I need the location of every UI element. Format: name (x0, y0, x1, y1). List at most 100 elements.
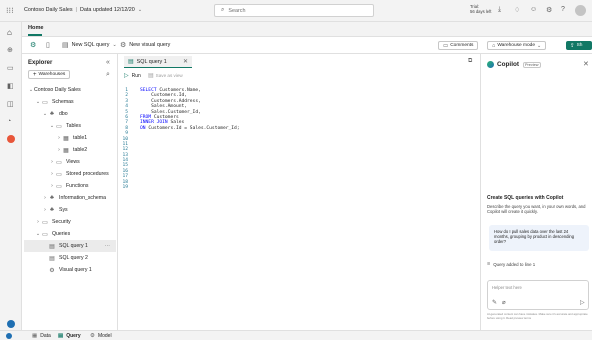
trial-status: Trial: 56 days left (470, 4, 492, 14)
search-box[interactable]: ⌕ Search (214, 4, 374, 17)
prompt-guide-icon[interactable]: ✎ (492, 299, 497, 306)
copilot-heading: Create SQL queries with Copilot (487, 195, 564, 201)
tree-item[interactable]: › ▦ table2 (24, 144, 116, 156)
workspace-item-icon[interactable] (7, 135, 15, 143)
tree-item-label: Stored procedures (66, 171, 109, 177)
tree-item[interactable]: › ♣ Information_schema (24, 192, 116, 204)
download-icon[interactable]: ⤓ (498, 6, 501, 14)
comment-icon: ▭ (443, 42, 449, 49)
fabric-logo-icon[interactable] (7, 320, 15, 328)
tree-item-icon: ⚙ (49, 267, 55, 274)
app-launcher-icon[interactable]: ⁝⁝⁝ (6, 6, 14, 15)
run-button[interactable]: ▷ Run (124, 72, 141, 80)
query-added-status: ≡ Query added to line 1 (487, 261, 536, 267)
new-sql-query-button[interactable]: ▤ New SQL query ⌄ (62, 41, 117, 49)
settings-icon[interactable]: ⚙ (546, 6, 552, 14)
search-input[interactable]: Search (228, 8, 245, 14)
close-icon[interactable]: ✕ (183, 58, 188, 65)
tree-item-label: SQL query 2 (59, 255, 88, 261)
tab-home[interactable]: Home (28, 25, 44, 31)
chevron-down-icon: ⌄ (537, 42, 542, 49)
copilot-input[interactable]: Helper text here (492, 285, 522, 290)
tree-item-label: Functions (66, 183, 89, 189)
tree-item[interactable]: ⌄ ▭ Tables (24, 120, 116, 132)
file-icon[interactable]: ▯ (46, 41, 50, 49)
tree-item[interactable]: › ♣ Sys (24, 204, 116, 216)
sql-text: Sales.Amount, (140, 104, 188, 110)
collapse-pane-icon[interactable]: « (106, 59, 110, 66)
explorer-title: Explorer (28, 60, 53, 66)
tree-item-icon: ▭ (56, 171, 62, 178)
create-icon[interactable]: ⊕ (7, 46, 13, 54)
sql-text: Sales (167, 120, 185, 126)
workspace-title[interactable]: Contoso Daily Sales (24, 7, 73, 13)
fabric-logo-icon (6, 332, 12, 339)
tree-item[interactable]: ⚙ Visual query 1 (24, 264, 116, 276)
chevron-down-icon[interactable]: ⌄ (112, 42, 116, 48)
tree-item[interactable]: ⌄ ▭ Queries (24, 228, 116, 240)
home-icon[interactable]: ⌂ (7, 28, 12, 37)
copilot-pane: Copilot Preview ✕ Create SQL queries wit… (480, 54, 592, 330)
close-icon[interactable]: ✕ (583, 60, 589, 68)
feedback-icon[interactable]: ☺ (530, 6, 537, 13)
query-editor: ▤ SQL query 1 ✕ ⧉ ▷ Run ▤ Save as view 1… (118, 54, 480, 330)
tree-item[interactable]: ▤ SQL query 1 ··· (24, 240, 116, 252)
tree-item[interactable]: › ▦ table1 (24, 132, 116, 144)
tree-item-icon: ▭ (56, 159, 62, 166)
comments-button[interactable]: ▭ Comments (438, 41, 479, 50)
tree-item-label: Visual query 1 (59, 267, 92, 273)
sql-file-icon: ▤ (58, 332, 64, 339)
browse-icon[interactable]: ▭ (7, 64, 14, 72)
notifications-icon[interactable]: ♢ (514, 6, 520, 14)
tab-data[interactable]: ▦ Data (32, 333, 51, 339)
monitor-icon[interactable]: ◔ (7, 118, 11, 125)
tree-item-label: Information_schema (59, 195, 106, 201)
tab-model[interactable]: ⚙ Model (90, 333, 112, 339)
apps-icon[interactable]: ◫ (7, 100, 14, 108)
tree-item-label: Security (52, 219, 71, 225)
code-area[interactable]: 1 SELECT Customers.Name, 2 Customers.Id, 3 … (118, 88, 480, 190)
new-visual-query-button[interactable]: ⚙ New visual query (120, 41, 170, 49)
tree-item-label: dbo (59, 111, 68, 117)
warehouse-mode-dropdown[interactable]: ⌂ Warehouse mode ⌄ (487, 41, 547, 50)
data-updated-label: Data updated 12/12/20 (79, 7, 135, 13)
tree-item[interactable]: ▤ SQL query 2 (24, 252, 116, 264)
tree-item[interactable]: ⌄ ▭ Schemas (24, 96, 116, 108)
tree-item-icon: ▭ (56, 123, 62, 130)
send-icon[interactable]: ▷ (580, 299, 585, 306)
warehouses-button[interactable]: + Warehouses (28, 70, 71, 79)
avatar[interactable] (575, 5, 586, 16)
chevron-down-icon[interactable]: ⌄ (138, 7, 142, 13)
status-bar: ▦ Data ▤ Query ⚙ Model (0, 330, 592, 340)
tree-item-icon: ♣ (50, 207, 54, 213)
search-icon[interactable]: ⌕ (106, 71, 110, 79)
copilot-description: Describe the query you want, in your own… (487, 204, 586, 215)
tree-item-icon: ▤ (49, 255, 55, 262)
preview-badge: Preview (523, 62, 541, 68)
tree-item[interactable]: › ▭ Functions (24, 180, 116, 192)
tree-item-icon: ▦ (63, 135, 69, 142)
tree-item[interactable]: › ▭ Views (24, 156, 116, 168)
tree-item[interactable]: › ▭ Stored procedures (24, 168, 116, 180)
save-as-view-button[interactable]: ▤ Save as view (148, 72, 183, 79)
attach-icon[interactable]: ⌀ (502, 299, 506, 306)
tree-item-icon: ▤ (49, 243, 55, 250)
tab-query[interactable]: ▤ Query (58, 333, 81, 339)
settings-icon[interactable]: ⚙ (30, 41, 36, 49)
tree-item-label: Schemas (52, 99, 74, 105)
tree-item[interactable]: ⌄ ♣ dbo (24, 108, 116, 120)
tab-sql-query-1[interactable]: ▤ SQL query 1 ✕ (124, 56, 192, 68)
share-button[interactable]: ⇪ Sh (566, 41, 592, 50)
explorer-pane: Explorer « + Warehouses ⌕ ⌄ Contoso Daily… (22, 54, 118, 330)
popout-icon[interactable]: ⧉ (468, 58, 472, 65)
copilot-input-box[interactable]: Helper text here ✎ ⌀ ▷ (487, 280, 589, 310)
tree-item[interactable]: › ▭ Security (24, 216, 116, 228)
onelake-icon[interactable]: ◧ (7, 82, 14, 90)
home-tab-strip: Home (22, 22, 592, 36)
tree-item-icon: ▦ (63, 147, 69, 154)
help-icon[interactable]: ? (561, 6, 565, 13)
more-options-icon[interactable]: ··· (105, 243, 110, 249)
tree-item[interactable]: ⌄ Contoso Daily Sales (24, 84, 116, 96)
copilot-logo-icon (487, 61, 494, 68)
tree-item-icon: ▭ (42, 99, 48, 106)
